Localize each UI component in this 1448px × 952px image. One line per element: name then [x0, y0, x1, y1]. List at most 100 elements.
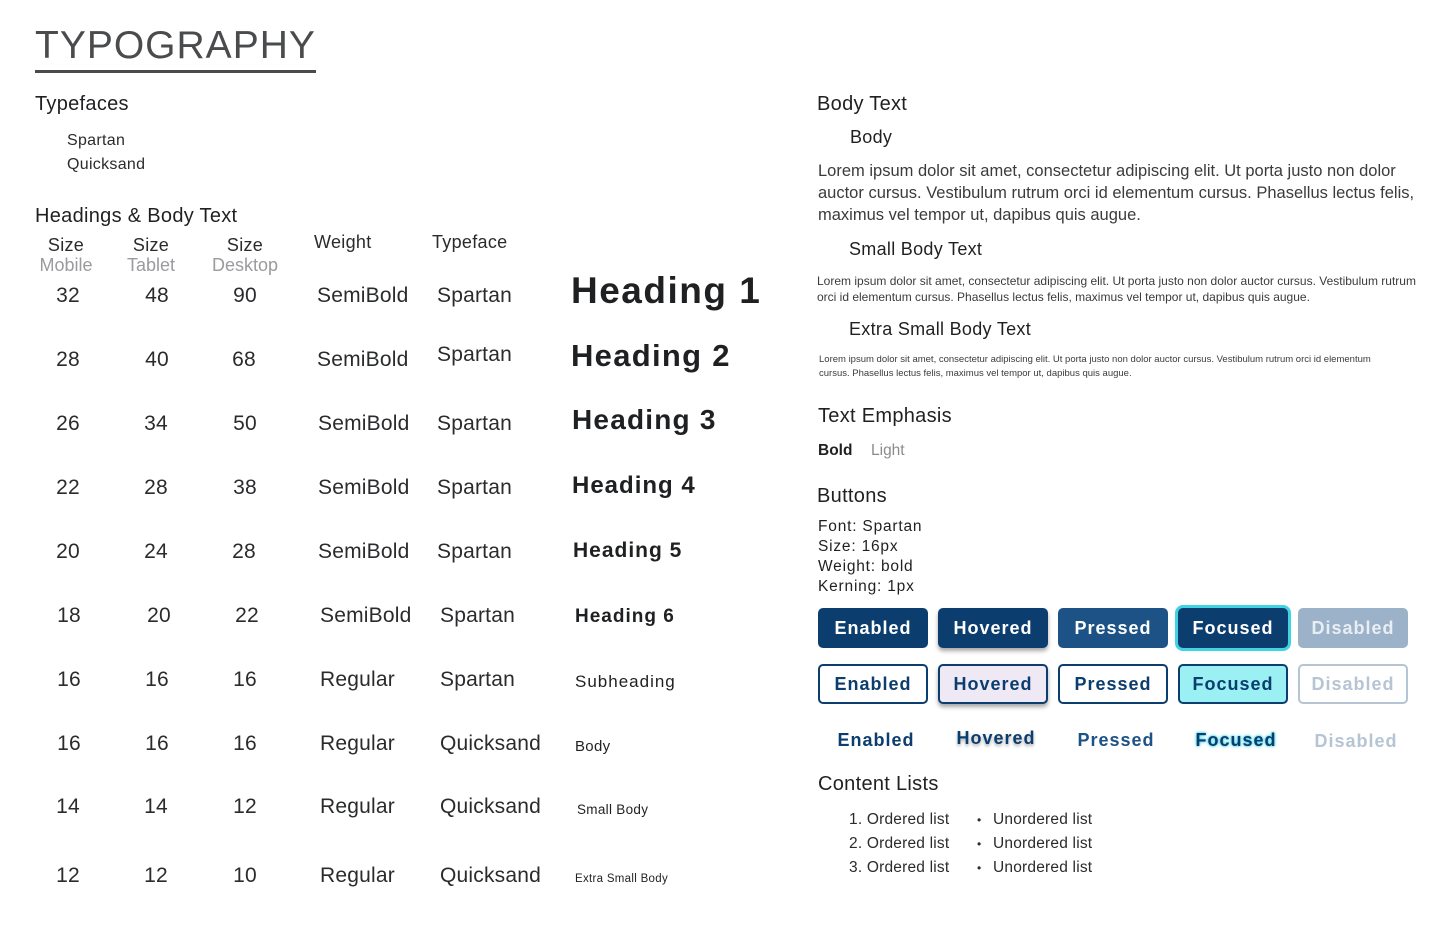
body-text-heading: Body Text	[817, 93, 908, 115]
cell-typeface: Quicksand	[440, 732, 542, 755]
small-body-paragraph: Lorem ipsum dolor sit amet, consectetur …	[817, 274, 1416, 304]
sample-heading-6: Heading 6	[575, 606, 675, 627]
sample-heading-4: Heading 4	[572, 472, 696, 499]
emphasis-bold: Bold	[818, 442, 853, 459]
sample-extra-small-body: Extra Small Body	[575, 873, 668, 885]
col-head-typeface: Typeface	[432, 232, 508, 252]
cell-weight: Regular	[320, 732, 395, 755]
body-label: Body	[850, 127, 893, 147]
cell-typeface: Spartan	[437, 476, 512, 499]
cell-typeface: Spartan	[437, 343, 512, 366]
cell-typeface: Spartan	[437, 284, 512, 307]
cell-desktop: 68	[232, 348, 256, 371]
button-spec-size: Size: 16px	[818, 538, 899, 555]
cell-weight: Regular	[320, 795, 395, 818]
text-button-pressed[interactable]: Pressed	[1061, 720, 1171, 760]
cell-tablet: 40	[145, 348, 169, 371]
cell-typeface: Spartan	[440, 604, 515, 627]
cell-mobile: 20	[56, 540, 80, 563]
content-lists-heading: Content Lists	[818, 773, 939, 795]
typefaces-heading: Typefaces	[35, 93, 129, 115]
sample-heading-5: Heading 5	[573, 539, 683, 562]
unordered-list-item: • Unordered list	[977, 832, 1092, 856]
cell-weight: Regular	[320, 864, 395, 887]
filled-button-hovered[interactable]: Hovered	[938, 608, 1048, 648]
cell-tablet: 28	[144, 476, 168, 499]
cell-mobile: 12	[56, 864, 80, 887]
cell-weight: SemiBold	[317, 348, 409, 371]
col-sub-mobile: Mobile	[39, 255, 93, 275]
cell-desktop: 90	[233, 284, 257, 307]
sample-heading-1: Heading 1	[571, 270, 762, 311]
ordered-list-item: 2. Ordered list	[849, 835, 950, 852]
cell-weight: Regular	[320, 668, 395, 691]
filled-button-pressed[interactable]: Pressed	[1058, 608, 1168, 648]
button-spec-weight: Weight: bold	[818, 558, 914, 575]
cell-typeface: Spartan	[437, 540, 512, 563]
headings-body-heading: Headings & Body Text	[35, 205, 238, 227]
emphasis-light: Light	[871, 442, 905, 459]
cell-desktop: 50	[233, 412, 257, 435]
typeface-item: Spartan	[67, 132, 126, 149]
text-button-enabled[interactable]: Enabled	[821, 720, 931, 760]
small-body-label: Small Body Text	[849, 239, 983, 259]
cell-tablet: 48	[145, 284, 169, 307]
text-button-hovered[interactable]: Hovered	[941, 718, 1051, 758]
col-sub-desktop: Desktop	[211, 255, 279, 275]
cell-tablet: 12	[144, 864, 168, 887]
cell-tablet: 24	[144, 540, 168, 563]
text-button-focused[interactable]: Focused	[1181, 720, 1291, 760]
ordered-list-item: 1. Ordered list	[849, 811, 950, 828]
cell-mobile: 14	[56, 795, 80, 818]
sample-subheading: Subheading	[575, 672, 676, 691]
body-paragraph: Lorem ipsum dolor sit amet, consectetur …	[818, 162, 1415, 224]
bullet-icon: •	[977, 837, 982, 851]
col-head-size-tablet: Size	[132, 235, 170, 255]
buttons-heading: Buttons	[817, 485, 887, 507]
cell-mobile: 22	[56, 476, 80, 499]
col-head-weight: Weight	[314, 232, 372, 252]
cell-tablet: 16	[145, 732, 169, 755]
outline-button-disabled: Disabled	[1298, 664, 1408, 704]
outline-button-hovered[interactable]: Hovered	[938, 664, 1048, 704]
text-button-disabled: Disabled	[1314, 730, 1398, 751]
cell-desktop: 10	[233, 864, 257, 887]
cell-desktop: 16	[233, 668, 257, 691]
page-title: TYPOGRAPHY	[35, 24, 316, 73]
filled-button-enabled[interactable]: Enabled	[818, 608, 928, 648]
sample-small-body: Small Body	[577, 802, 649, 817]
cell-desktop: 28	[232, 540, 256, 563]
col-head-size-desktop: Size	[226, 235, 264, 255]
filled-button-focused[interactable]: Focused	[1178, 608, 1288, 648]
outline-button-focused[interactable]: Focused	[1178, 664, 1288, 704]
unordered-list-label: Unordered list	[993, 835, 1093, 852]
unordered-list-item: • Unordered list	[977, 808, 1092, 832]
cell-weight: SemiBold	[320, 604, 412, 627]
sample-heading-2: Heading 2	[571, 338, 731, 373]
extra-small-body-paragraph: Lorem ipsum dolor sit amet, consectetur …	[819, 354, 1371, 379]
cell-mobile: 32	[56, 284, 80, 307]
cell-mobile: 18	[57, 604, 81, 627]
cell-typeface: Spartan	[437, 412, 512, 435]
cell-desktop: 38	[233, 476, 257, 499]
bullet-icon: •	[977, 813, 982, 827]
cell-weight: SemiBold	[318, 540, 410, 563]
cell-weight: SemiBold	[318, 476, 410, 499]
cell-tablet: 20	[147, 604, 171, 627]
cell-mobile: 26	[56, 412, 80, 435]
outline-button-pressed[interactable]: Pressed	[1058, 664, 1168, 704]
text-emphasis-heading: Text Emphasis	[818, 405, 952, 427]
sample-heading-3: Heading 3	[572, 404, 717, 435]
ordered-list-item: 3. Ordered list	[849, 859, 950, 876]
typeface-item: Quicksand	[67, 156, 146, 173]
button-spec-font: Font: Spartan	[818, 518, 923, 535]
unordered-list-label: Unordered list	[993, 859, 1093, 876]
sample-body: Body	[575, 738, 611, 755]
bullet-icon: •	[977, 861, 982, 875]
outline-button-enabled[interactable]: Enabled	[818, 664, 928, 704]
cell-desktop: 12	[233, 795, 257, 818]
cell-weight: SemiBold	[317, 284, 409, 307]
cell-weight: SemiBold	[318, 412, 410, 435]
cell-desktop: 16	[233, 732, 257, 755]
filled-button-disabled: Disabled	[1298, 608, 1408, 648]
